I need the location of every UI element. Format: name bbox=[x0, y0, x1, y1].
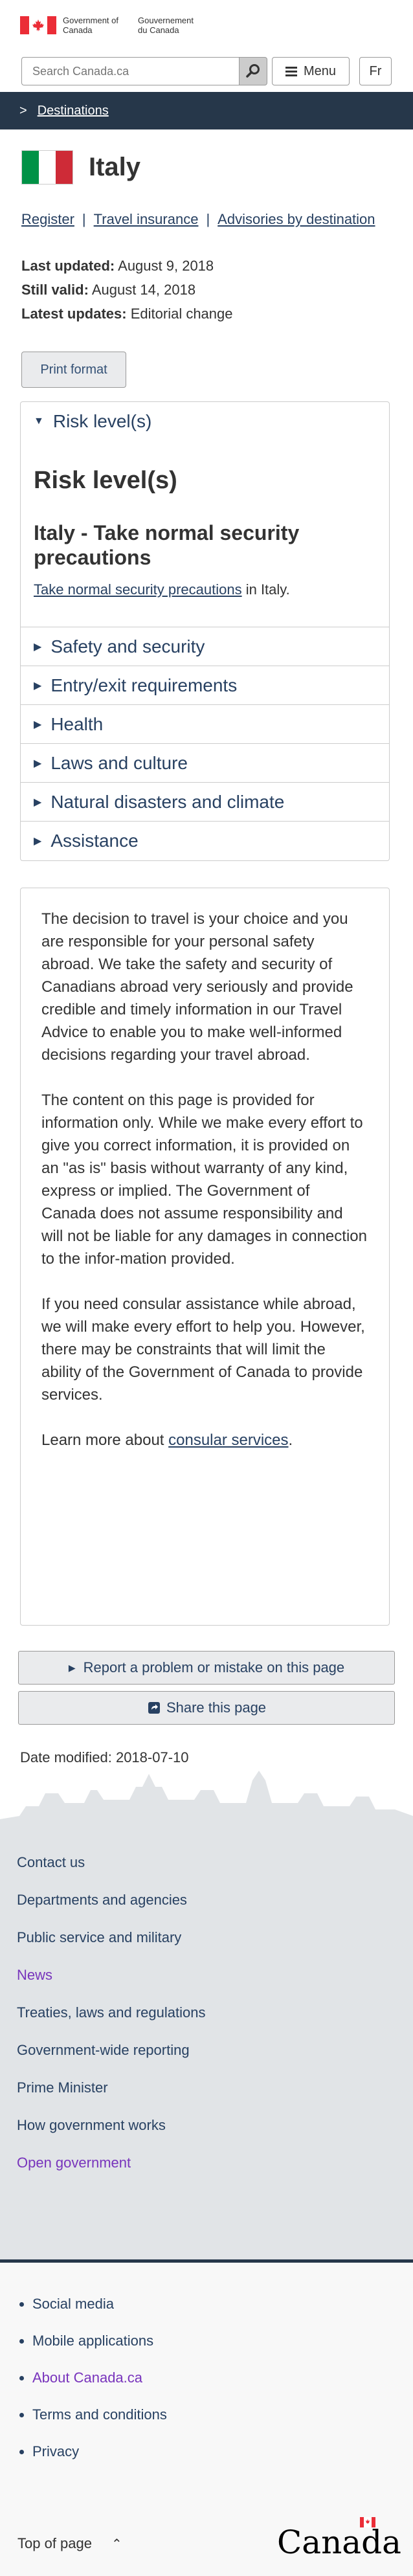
date-modified: Date modified: 2018-07-10 bbox=[20, 1749, 189, 1765]
language-toggle[interactable]: Fr bbox=[359, 57, 392, 85]
footer-link-public-service[interactable]: Public service and military bbox=[17, 1929, 181, 1945]
page-title: Italy bbox=[89, 153, 141, 181]
footer-link-departments[interactable]: Departments and agencies bbox=[17, 1892, 187, 1908]
advisories-link[interactable]: Advisories by destination bbox=[218, 211, 375, 228]
footer-link-how-government-works[interactable]: How government works bbox=[17, 2117, 166, 2133]
share-icon bbox=[148, 1702, 160, 1714]
triangle-right-icon: ▶ bbox=[34, 680, 42, 691]
footer-main: Contact us Departments and agencies Publ… bbox=[0, 1837, 413, 2259]
menu-label: Menu bbox=[303, 63, 337, 78]
register-link[interactable]: Register bbox=[21, 211, 74, 228]
triangle-right-icon: ▶ bbox=[34, 719, 42, 730]
footer-link-mobile-apps[interactable]: Mobile applications bbox=[32, 2333, 153, 2349]
accordion-item-entry-exit[interactable]: ▶ Entry/exit requirements bbox=[21, 666, 389, 705]
breadcrumb-chevron-icon: > bbox=[19, 103, 27, 118]
normal-precautions-link[interactable]: Take normal security precautions bbox=[34, 581, 242, 598]
search-form bbox=[21, 57, 267, 85]
breadcrumb: > Destinations bbox=[0, 92, 413, 129]
breadcrumb-link-destinations[interactable]: Destinations bbox=[38, 104, 109, 118]
search-input[interactable] bbox=[21, 57, 239, 85]
accordion-item-natural-disasters[interactable]: ▶ Natural disasters and climate bbox=[21, 783, 389, 822]
footer-link-open-government[interactable]: Open government bbox=[17, 2155, 131, 2171]
disclaimer-paragraph: Learn more about consular services. bbox=[41, 1431, 293, 1449]
footer-link-privacy[interactable]: Privacy bbox=[32, 2443, 79, 2459]
accordion-item-risk-levels: ▼ Risk level(s) Risk level(s) Italy - Ta… bbox=[21, 402, 389, 627]
chevron-up-icon: ⌃ bbox=[111, 2537, 122, 2551]
risk-level-heading: Risk level(s) bbox=[34, 467, 177, 494]
still-valid-value: August 14, 2018 bbox=[91, 282, 196, 298]
last-updated-value: August 9, 2018 bbox=[118, 258, 214, 274]
latest-updates-label: Latest updates: bbox=[21, 306, 127, 322]
canada-wordmark: Canada bbox=[277, 2517, 401, 2561]
menu-button[interactable]: Menu bbox=[272, 57, 350, 85]
footer-link-news[interactable]: News bbox=[17, 1967, 52, 1983]
still-valid-label: Still valid: bbox=[21, 282, 89, 298]
footer-link-social-media[interactable]: Social media bbox=[32, 2296, 114, 2312]
footer-link-contact[interactable]: Contact us bbox=[17, 1854, 85, 1870]
footer-link-reporting[interactable]: Government-wide reporting bbox=[17, 2042, 190, 2058]
update-info: Last updated: August 9, 2018 Still valid… bbox=[21, 254, 233, 326]
triangle-right-icon: ▶ bbox=[68, 1662, 76, 1673]
search-icon bbox=[246, 64, 260, 78]
accordion-item-laws[interactable]: ▶ Laws and culture bbox=[21, 744, 389, 783]
consular-services-link[interactable]: consular services bbox=[168, 1431, 288, 1449]
destination-links: Register | Travel insurance | Advisories… bbox=[21, 211, 375, 228]
site-header: Government of Canada Gouvernement du Can… bbox=[0, 0, 413, 92]
parliament-skyline-graphic bbox=[0, 1771, 413, 1839]
disclaimer-paragraph: If you need consular assistance while ab… bbox=[41, 1295, 365, 1404]
link-separator: | bbox=[206, 211, 210, 227]
report-problem-button[interactable]: ▶ Report a problem or mistake on this pa… bbox=[18, 1651, 395, 1685]
last-updated-label: Last updated: bbox=[21, 258, 115, 274]
top-of-page-link[interactable]: Top of page ⌃ bbox=[17, 2535, 122, 2552]
italy-flag-icon bbox=[21, 150, 73, 185]
accordion-item-safety[interactable]: ▶ Safety and security bbox=[21, 627, 389, 666]
triangle-right-icon: ▶ bbox=[34, 796, 42, 808]
disclaimer-box: The decision to travel is your choice an… bbox=[20, 888, 390, 1626]
page-title-row: Italy bbox=[21, 150, 140, 185]
travel-insurance-link[interactable]: Travel insurance bbox=[94, 211, 199, 228]
government-signature[interactable]: Government of Canada Gouvernement du Can… bbox=[20, 16, 213, 35]
triangle-right-icon: ▶ bbox=[34, 641, 42, 653]
advisory-accordion: ▼ Risk level(s) Risk level(s) Italy - Ta… bbox=[20, 401, 390, 861]
triangle-down-icon: ▼ bbox=[34, 416, 44, 427]
government-name-fr: Gouvernement du Canada bbox=[138, 16, 194, 35]
print-format-button[interactable]: Print format bbox=[21, 352, 126, 388]
wordmark-flag-icon bbox=[360, 2517, 375, 2527]
latest-updates-value: Editorial change bbox=[130, 306, 233, 322]
share-page-button[interactable]: Share this page bbox=[18, 1691, 395, 1725]
hamburger-icon bbox=[285, 65, 297, 78]
link-separator: | bbox=[82, 211, 86, 227]
footer-link-prime-minister[interactable]: Prime Minister bbox=[17, 2079, 108, 2096]
government-name-en: Government of Canada bbox=[63, 16, 118, 35]
search-button[interactable] bbox=[239, 57, 267, 85]
footer-link-treaties[interactable]: Treaties, laws and regulations bbox=[17, 2004, 205, 2021]
footer-link-terms[interactable]: Terms and conditions bbox=[32, 2406, 167, 2423]
disclaimer-paragraph: The content on this page is provided for… bbox=[41, 1092, 367, 1268]
risk-level-text: Take normal security precautions in Ital… bbox=[34, 581, 290, 598]
disclaimer-paragraph: The decision to travel is your choice an… bbox=[41, 910, 353, 1064]
triangle-right-icon: ▶ bbox=[34, 836, 42, 847]
accordion-label: Risk level(s) bbox=[52, 411, 152, 431]
canada-flag-icon bbox=[20, 16, 56, 34]
risk-level-subheading: Italy - Take normal security precautions bbox=[34, 521, 300, 569]
triangle-right-icon: ▶ bbox=[34, 757, 42, 769]
footer-link-about[interactable]: About Canada.ca bbox=[32, 2369, 142, 2386]
accordion-item-health[interactable]: ▶ Health bbox=[21, 705, 389, 744]
accordion-item-assistance[interactable]: ▶ Assistance bbox=[21, 822, 389, 860]
accordion-toggle-risk-levels[interactable]: ▼ Risk level(s) bbox=[21, 402, 389, 441]
